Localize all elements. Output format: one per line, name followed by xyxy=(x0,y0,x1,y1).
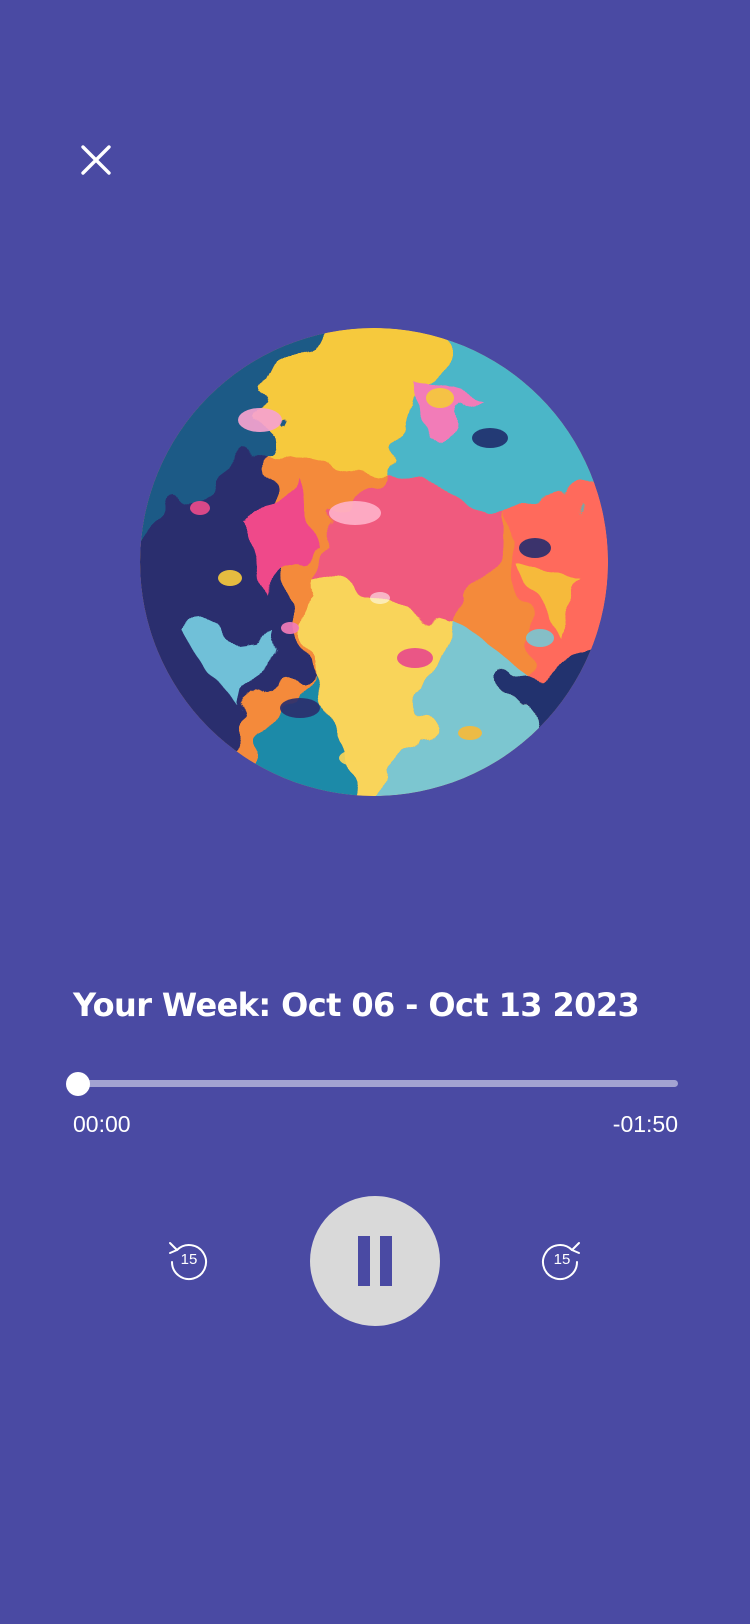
skip-forward-seconds: 15 xyxy=(553,1251,571,1268)
progress-thumb[interactable] xyxy=(66,1072,90,1096)
progress-slider[interactable] xyxy=(66,1072,678,1096)
remaining-time: -01:50 xyxy=(612,1111,678,1137)
progress-track xyxy=(78,1080,678,1087)
close-button[interactable] xyxy=(72,136,120,184)
elapsed-time: 00:00 xyxy=(73,1111,131,1137)
pause-button[interactable] xyxy=(310,1196,440,1326)
episode-artwork xyxy=(140,328,608,796)
abstract-artwork-image xyxy=(140,328,608,796)
skip-back-button[interactable]: 15 xyxy=(160,1234,216,1290)
episode-title: Your Week: Oct 06 - Oct 13 2023 xyxy=(73,986,640,1024)
close-icon xyxy=(81,145,111,175)
skip-back-seconds: 15 xyxy=(180,1251,198,1268)
skip-forward-button[interactable]: 15 xyxy=(533,1234,589,1290)
